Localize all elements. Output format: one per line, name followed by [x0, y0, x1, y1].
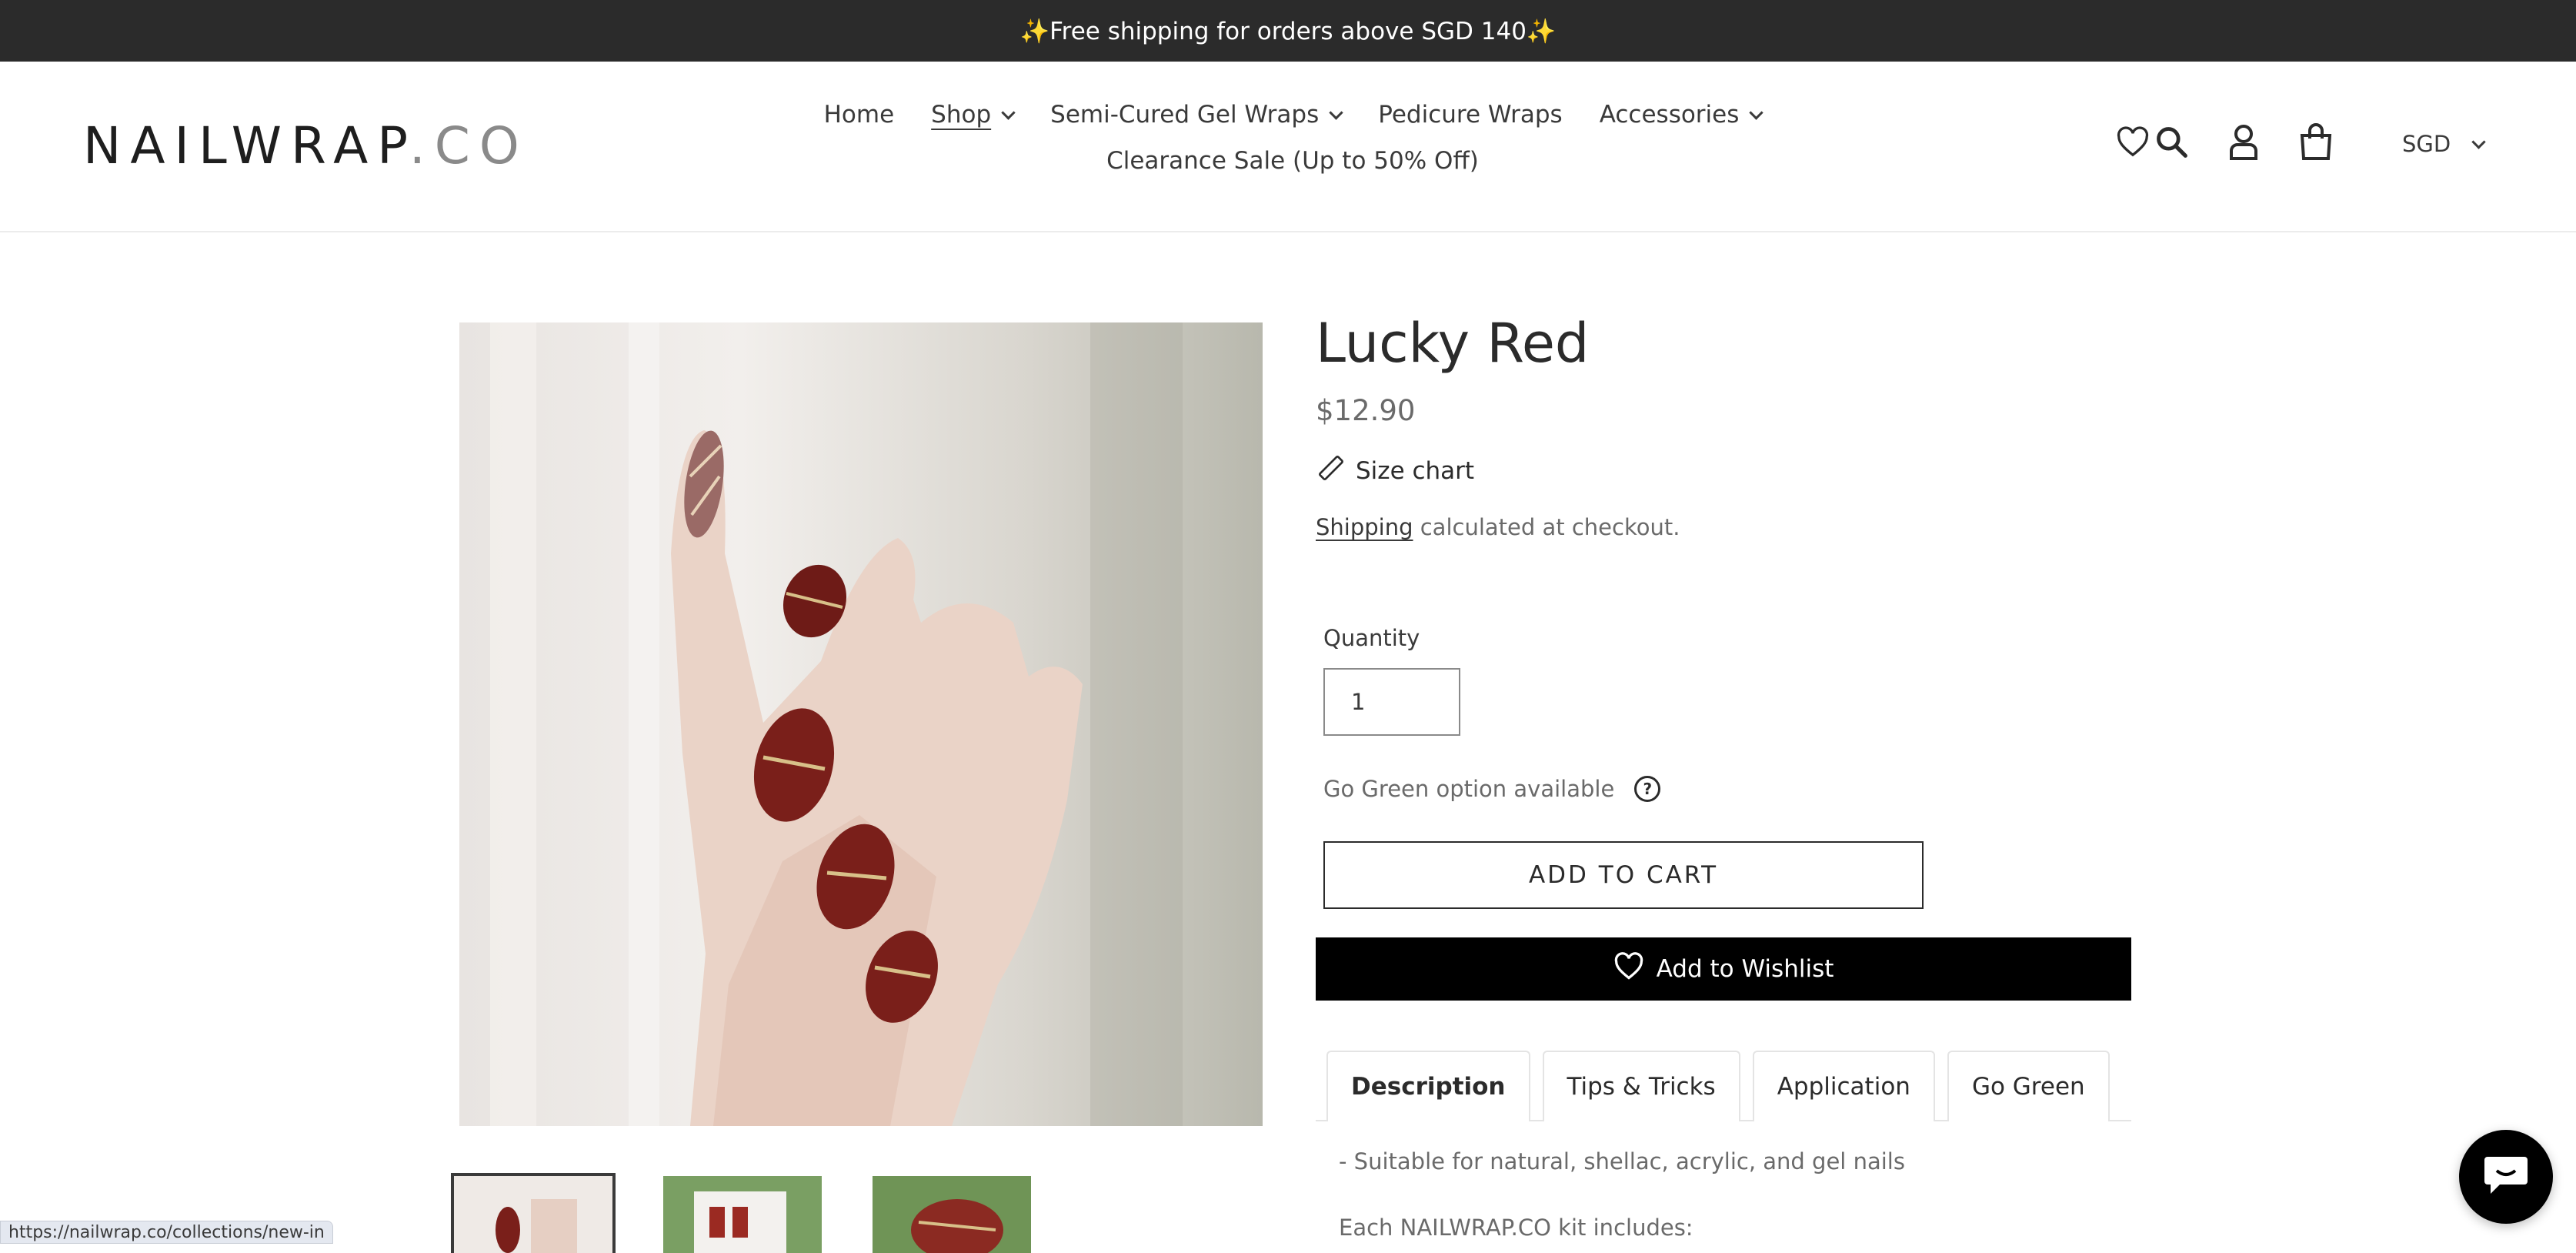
add-to-wishlist-button[interactable]: Add to Wishlist	[1316, 937, 2131, 1001]
main-nav: Home Shop Semi-Cured Gel Wraps Pedicure …	[800, 100, 1785, 175]
chat-icon	[2481, 1152, 2531, 1201]
nav-pedicure-wraps[interactable]: Pedicure Wraps	[1378, 100, 1562, 129]
site-header: NAILWRAP.CO Home Shop Semi-Cured Gel Wra…	[0, 62, 2576, 232]
nav-home[interactable]: Home	[824, 100, 895, 129]
chevron-down-icon	[1749, 105, 1764, 120]
header-icons	[2114, 123, 2334, 160]
logo-main: NAILWRAP	[83, 116, 409, 175]
wishlist-label: Add to Wishlist	[1656, 955, 1834, 983]
chevron-down-icon	[1001, 105, 1016, 120]
account-icon[interactable]	[2225, 123, 2262, 160]
tab-go-green[interactable]: Go Green	[1947, 1051, 2110, 1121]
currency-selector[interactable]: SGD	[2402, 131, 2486, 157]
help-icon[interactable]: ?	[1634, 776, 1661, 802]
size-chart-link[interactable]: Size chart	[1316, 453, 1474, 490]
logo-suffix: .CO	[409, 116, 529, 175]
quantity-label: Quantity	[1323, 625, 1420, 651]
tab-application[interactable]: Application	[1752, 1051, 1935, 1121]
nav-semi-cured-label: Semi-Cured Gel Wraps	[1050, 101, 1320, 129]
nav-home-label: Home	[823, 101, 895, 129]
shipping-note-text: calculated at checkout.	[1413, 514, 1680, 540]
add-to-cart-button[interactable]: ADD TO CART	[1323, 841, 1924, 909]
product-main-image[interactable]	[459, 322, 1263, 1126]
product-tabs: Description Tips & Tricks Application Go…	[1316, 1051, 2131, 1121]
status-bar-url: https://nailwrap.co/collections/new-in	[0, 1221, 333, 1244]
chevron-down-icon	[1329, 105, 1343, 120]
tab-description[interactable]: Description	[1326, 1051, 1530, 1121]
quantity-input[interactable]	[1323, 668, 1460, 736]
description-line: Each NAILWRAP.CO kit includes:	[1339, 1215, 1693, 1241]
announcement-bar: ✨Free shipping for orders above SGD 140✨	[0, 0, 2576, 62]
shipping-link[interactable]: Shipping	[1316, 514, 1413, 540]
announcement-text: ✨Free shipping for orders above SGD 140✨	[1019, 17, 1557, 45]
nav-clearance-label: Clearance Sale (Up to 50% Off)	[1106, 147, 1479, 175]
thumbnail-3[interactable]	[873, 1176, 1031, 1253]
site-logo[interactable]: NAILWRAP.CO	[83, 115, 529, 177]
chevron-down-icon	[2471, 134, 2486, 149]
chat-button[interactable]	[2459, 1130, 2553, 1224]
search-icon[interactable]	[2153, 123, 2190, 160]
go-green-option: Go Green option available ?	[1323, 776, 1661, 802]
nav-shop-label: Shop	[931, 101, 992, 129]
product-thumbnails	[451, 1173, 1031, 1253]
product-title: Lucky Red	[1316, 312, 1590, 375]
thumbnail-1[interactable]	[451, 1173, 616, 1253]
tab-tips-tricks[interactable]: Tips & Tricks	[1542, 1051, 1740, 1121]
ruler-icon	[1316, 453, 1346, 490]
nav-accessories-label: Accessories	[1599, 101, 1740, 129]
thumbnail-2[interactable]	[663, 1176, 822, 1253]
nav-accessories[interactable]: Accessories	[1599, 100, 1764, 129]
nav-clearance-sale[interactable]: Clearance Sale (Up to 50% Off)	[1106, 146, 1479, 175]
shipping-note: Shipping calculated at checkout.	[1316, 514, 1680, 540]
nav-pedicure-label: Pedicure Wraps	[1378, 101, 1563, 129]
currency-value: SGD	[2402, 131, 2451, 157]
nav-shop[interactable]: Shop	[931, 100, 1016, 129]
product-price: $12.90	[1316, 394, 1416, 427]
description-line: - Suitable for natural, shellac, acrylic…	[1339, 1148, 1905, 1174]
heart-icon[interactable]	[2114, 123, 2151, 160]
nav-semi-cured-gel-wraps[interactable]: Semi-Cured Gel Wraps	[1050, 100, 1343, 129]
cart-icon[interactable]	[2297, 123, 2334, 160]
size-chart-label: Size chart	[1356, 457, 1475, 485]
go-green-label: Go Green option available	[1323, 776, 1615, 802]
heart-icon	[1613, 952, 1644, 986]
